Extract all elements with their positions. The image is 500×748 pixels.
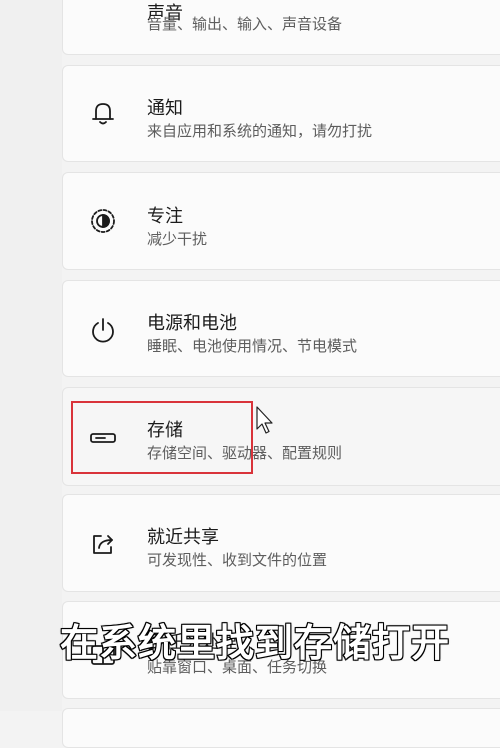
settings-item-title: 就近共享 — [147, 527, 219, 548]
settings-item-description: 来自应用和系统的通知，请勿打扰 — [147, 122, 373, 140]
navigation-pane — [0, 0, 62, 711]
settings-item-power-battery[interactable]: 电源和电池 睡眠、电池使用情况、节电模式 — [62, 280, 500, 377]
settings-item-sound[interactable]: 声音 音量、输出、输入、声音设备 — [62, 0, 500, 55]
settings-item-title: 电源和电池 — [147, 313, 237, 334]
focus-icon — [87, 205, 119, 237]
settings-item-title: 通知 — [147, 98, 183, 119]
bell-icon — [87, 97, 119, 129]
mouse-cursor-icon — [256, 406, 273, 434]
settings-item-next[interactable] — [62, 708, 500, 748]
settings-item-description: 减少干扰 — [147, 230, 208, 248]
settings-item-nearby-sharing[interactable]: 就近共享 可发现性、收到文件的位置 — [62, 494, 500, 592]
settings-item-description: 可发现性、收到文件的位置 — [147, 551, 328, 569]
video-caption: 在系统里找到存储打开 — [59, 620, 451, 666]
settings-item-title: 专注 — [147, 206, 183, 227]
settings-item-title: 存储 — [147, 420, 183, 441]
settings-item-description: 睡眠、电池使用情况、节电模式 — [147, 337, 358, 355]
power-icon — [87, 314, 119, 346]
settings-item-notifications[interactable]: 通知 来自应用和系统的通知，请勿打扰 — [62, 65, 500, 162]
settings-item-focus[interactable]: 专注 减少干扰 — [62, 172, 500, 270]
settings-item-description: 存储空间、驱动器、配置规则 — [147, 444, 343, 462]
settings-item-storage[interactable]: 存储 存储空间、驱动器、配置规则 — [62, 387, 500, 486]
settings-item-description: 音量、输出、输入、声音设备 — [147, 15, 343, 33]
settings-list: 声音 音量、输出、输入、声音设备 通知 来自应用和系统的通知，请勿打扰 专注 减… — [62, 0, 500, 748]
share-icon — [87, 528, 119, 560]
storage-icon — [87, 422, 119, 454]
